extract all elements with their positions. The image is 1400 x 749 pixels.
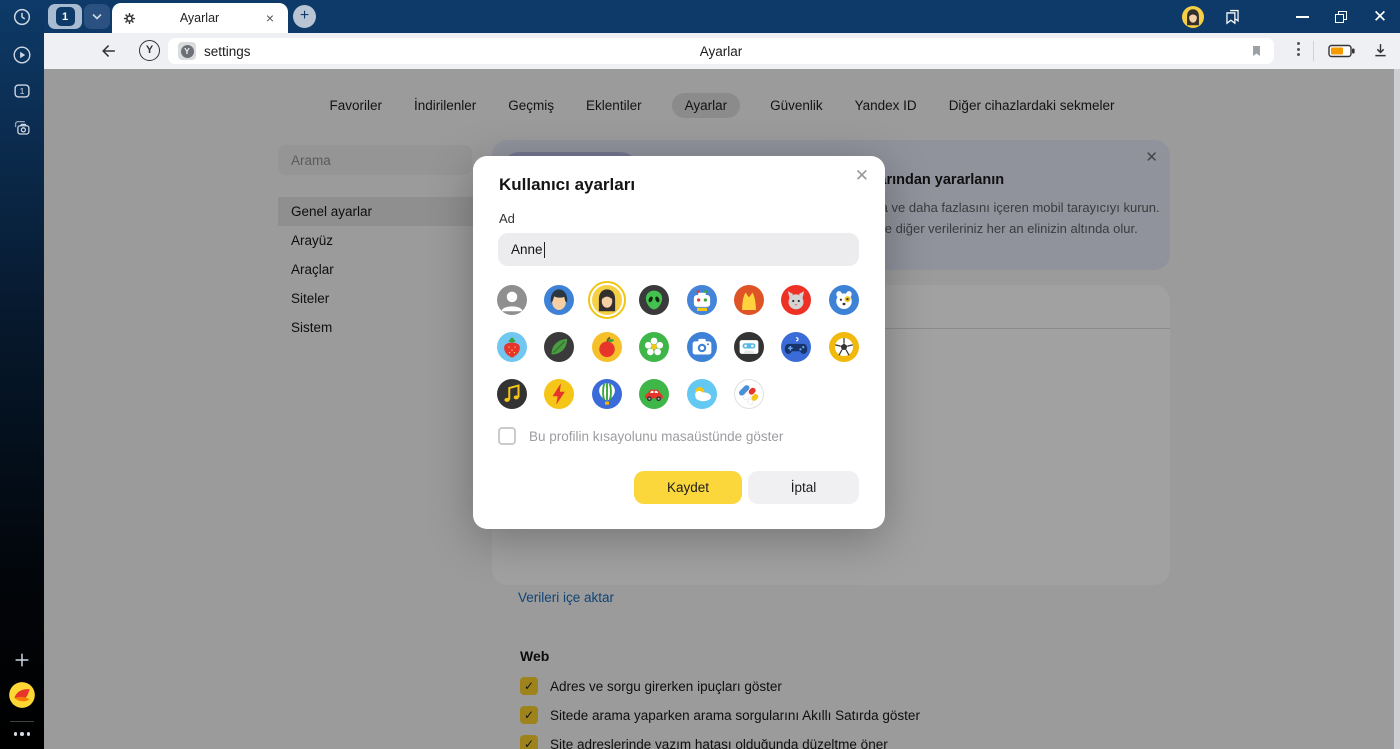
avatar-grid bbox=[497, 285, 859, 409]
leaf-avatar-icon[interactable] bbox=[544, 332, 574, 362]
toolbar-kebab-icon[interactable] bbox=[1297, 42, 1300, 56]
play-media-icon[interactable] bbox=[11, 44, 33, 66]
menu-hamburger-icon[interactable] bbox=[1259, 5, 1275, 29]
capsules-avatar-icon[interactable] bbox=[734, 379, 764, 409]
svg-text:1: 1 bbox=[20, 86, 25, 96]
football-avatar-icon[interactable] bbox=[829, 332, 859, 362]
modal-close-icon[interactable]: ✕ bbox=[855, 166, 869, 186]
tab-close-icon[interactable]: × bbox=[262, 10, 278, 26]
sidebar-more-icon[interactable] bbox=[11, 723, 33, 745]
hot-air-balloon-avatar-icon[interactable] bbox=[592, 379, 622, 409]
car-avatar-icon[interactable] bbox=[639, 379, 669, 409]
browser-sidebar: 1 bbox=[0, 0, 44, 749]
battery-icon[interactable] bbox=[1328, 43, 1356, 59]
person-avatar-icon[interactable] bbox=[497, 285, 527, 315]
profile-avatar-woman-icon bbox=[1182, 6, 1204, 28]
window-minimize-button[interactable] bbox=[1290, 5, 1314, 29]
profile-avatar-button[interactable] bbox=[1181, 5, 1205, 29]
toolbar-divider bbox=[1313, 41, 1314, 61]
sidebar-add-icon[interactable] bbox=[11, 649, 33, 671]
music-note-avatar-icon[interactable] bbox=[497, 379, 527, 409]
tab-group-button[interactable]: 1 bbox=[48, 4, 82, 29]
dog-avatar-icon[interactable] bbox=[829, 285, 859, 315]
cat-avatar-icon[interactable] bbox=[781, 285, 811, 315]
new-tab-button[interactable]: + bbox=[293, 5, 316, 28]
address-bar-page-title: Ayarlar bbox=[168, 44, 1274, 59]
cancel-button[interactable]: İptal bbox=[748, 471, 859, 504]
back-icon[interactable] bbox=[99, 41, 119, 61]
yandex-home-icon[interactable]: Y bbox=[139, 40, 160, 61]
fox-avatar-icon[interactable] bbox=[734, 285, 764, 315]
screenshot-icon[interactable] bbox=[11, 117, 33, 139]
desktop-shortcut-label: Bu profilin kısayolunu masaüstünde göste… bbox=[529, 429, 783, 444]
camera-avatar-icon[interactable] bbox=[687, 332, 717, 362]
settings-gear-icon bbox=[122, 11, 137, 26]
url-text: settings bbox=[204, 44, 251, 59]
cloud-sun-avatar-icon[interactable] bbox=[687, 379, 717, 409]
window-restore-button[interactable] bbox=[1329, 5, 1353, 29]
active-tab[interactable]: Ayarlar × bbox=[112, 3, 288, 33]
tab-group-chevron-icon[interactable] bbox=[84, 4, 110, 29]
lightning-avatar-icon[interactable] bbox=[544, 379, 574, 409]
alien-avatar-icon[interactable] bbox=[639, 285, 669, 315]
strawberry-avatar-icon[interactable] bbox=[497, 332, 527, 362]
modal-title: Kullanıcı ayarları bbox=[499, 175, 635, 195]
history-clock-icon[interactable] bbox=[11, 6, 33, 28]
tab-title: Ayarlar bbox=[137, 11, 262, 25]
apple-avatar-icon[interactable] bbox=[592, 332, 622, 362]
downloads-icon[interactable] bbox=[1371, 41, 1390, 60]
address-bar[interactable]: Y settings Ayarlar bbox=[168, 38, 1274, 64]
browser-window: 1 1 Ayarlar × + bbox=[0, 0, 1400, 749]
desktop-shortcut-checkbox[interactable] bbox=[498, 427, 516, 445]
profile-name-input[interactable]: Anne bbox=[498, 233, 859, 266]
man-avatar-icon[interactable] bbox=[544, 285, 574, 315]
cassette-avatar-icon[interactable] bbox=[734, 332, 764, 362]
woman-avatar-icon[interactable] bbox=[592, 285, 622, 315]
collections-icon[interactable] bbox=[1220, 5, 1244, 29]
page-favicon: Y bbox=[178, 42, 196, 60]
window-close-button[interactable]: ✕ bbox=[1368, 5, 1392, 29]
name-field-label: Ad bbox=[499, 211, 515, 226]
flower-avatar-icon[interactable] bbox=[639, 332, 669, 362]
gamepad-avatar-icon[interactable] bbox=[781, 332, 811, 362]
tab-strip: 1 Ayarlar × + ✕ bbox=[44, 0, 1400, 33]
user-settings-modal: ✕ Kullanıcı ayarları Ad Anne Bu profilin… bbox=[473, 156, 885, 529]
sidebar-divider bbox=[10, 721, 34, 722]
bookmark-flag-icon[interactable] bbox=[1249, 43, 1264, 59]
robot-avatar-icon[interactable] bbox=[687, 285, 717, 315]
browser-toolbar: Y Y settings Ayarlar bbox=[44, 33, 1400, 69]
profile-name-value: Anne bbox=[511, 242, 543, 257]
page-scrollbar[interactable] bbox=[1394, 69, 1400, 749]
tabs-count-icon[interactable]: 1 bbox=[11, 80, 33, 102]
save-button[interactable]: Kaydet bbox=[634, 471, 742, 504]
yandex-browser-logo[interactable] bbox=[8, 681, 36, 709]
text-caret bbox=[544, 242, 545, 258]
tab-group-count: 1 bbox=[56, 7, 75, 26]
desktop-shortcut-option[interactable]: Bu profilin kısayolunu masaüstünde göste… bbox=[498, 427, 783, 445]
